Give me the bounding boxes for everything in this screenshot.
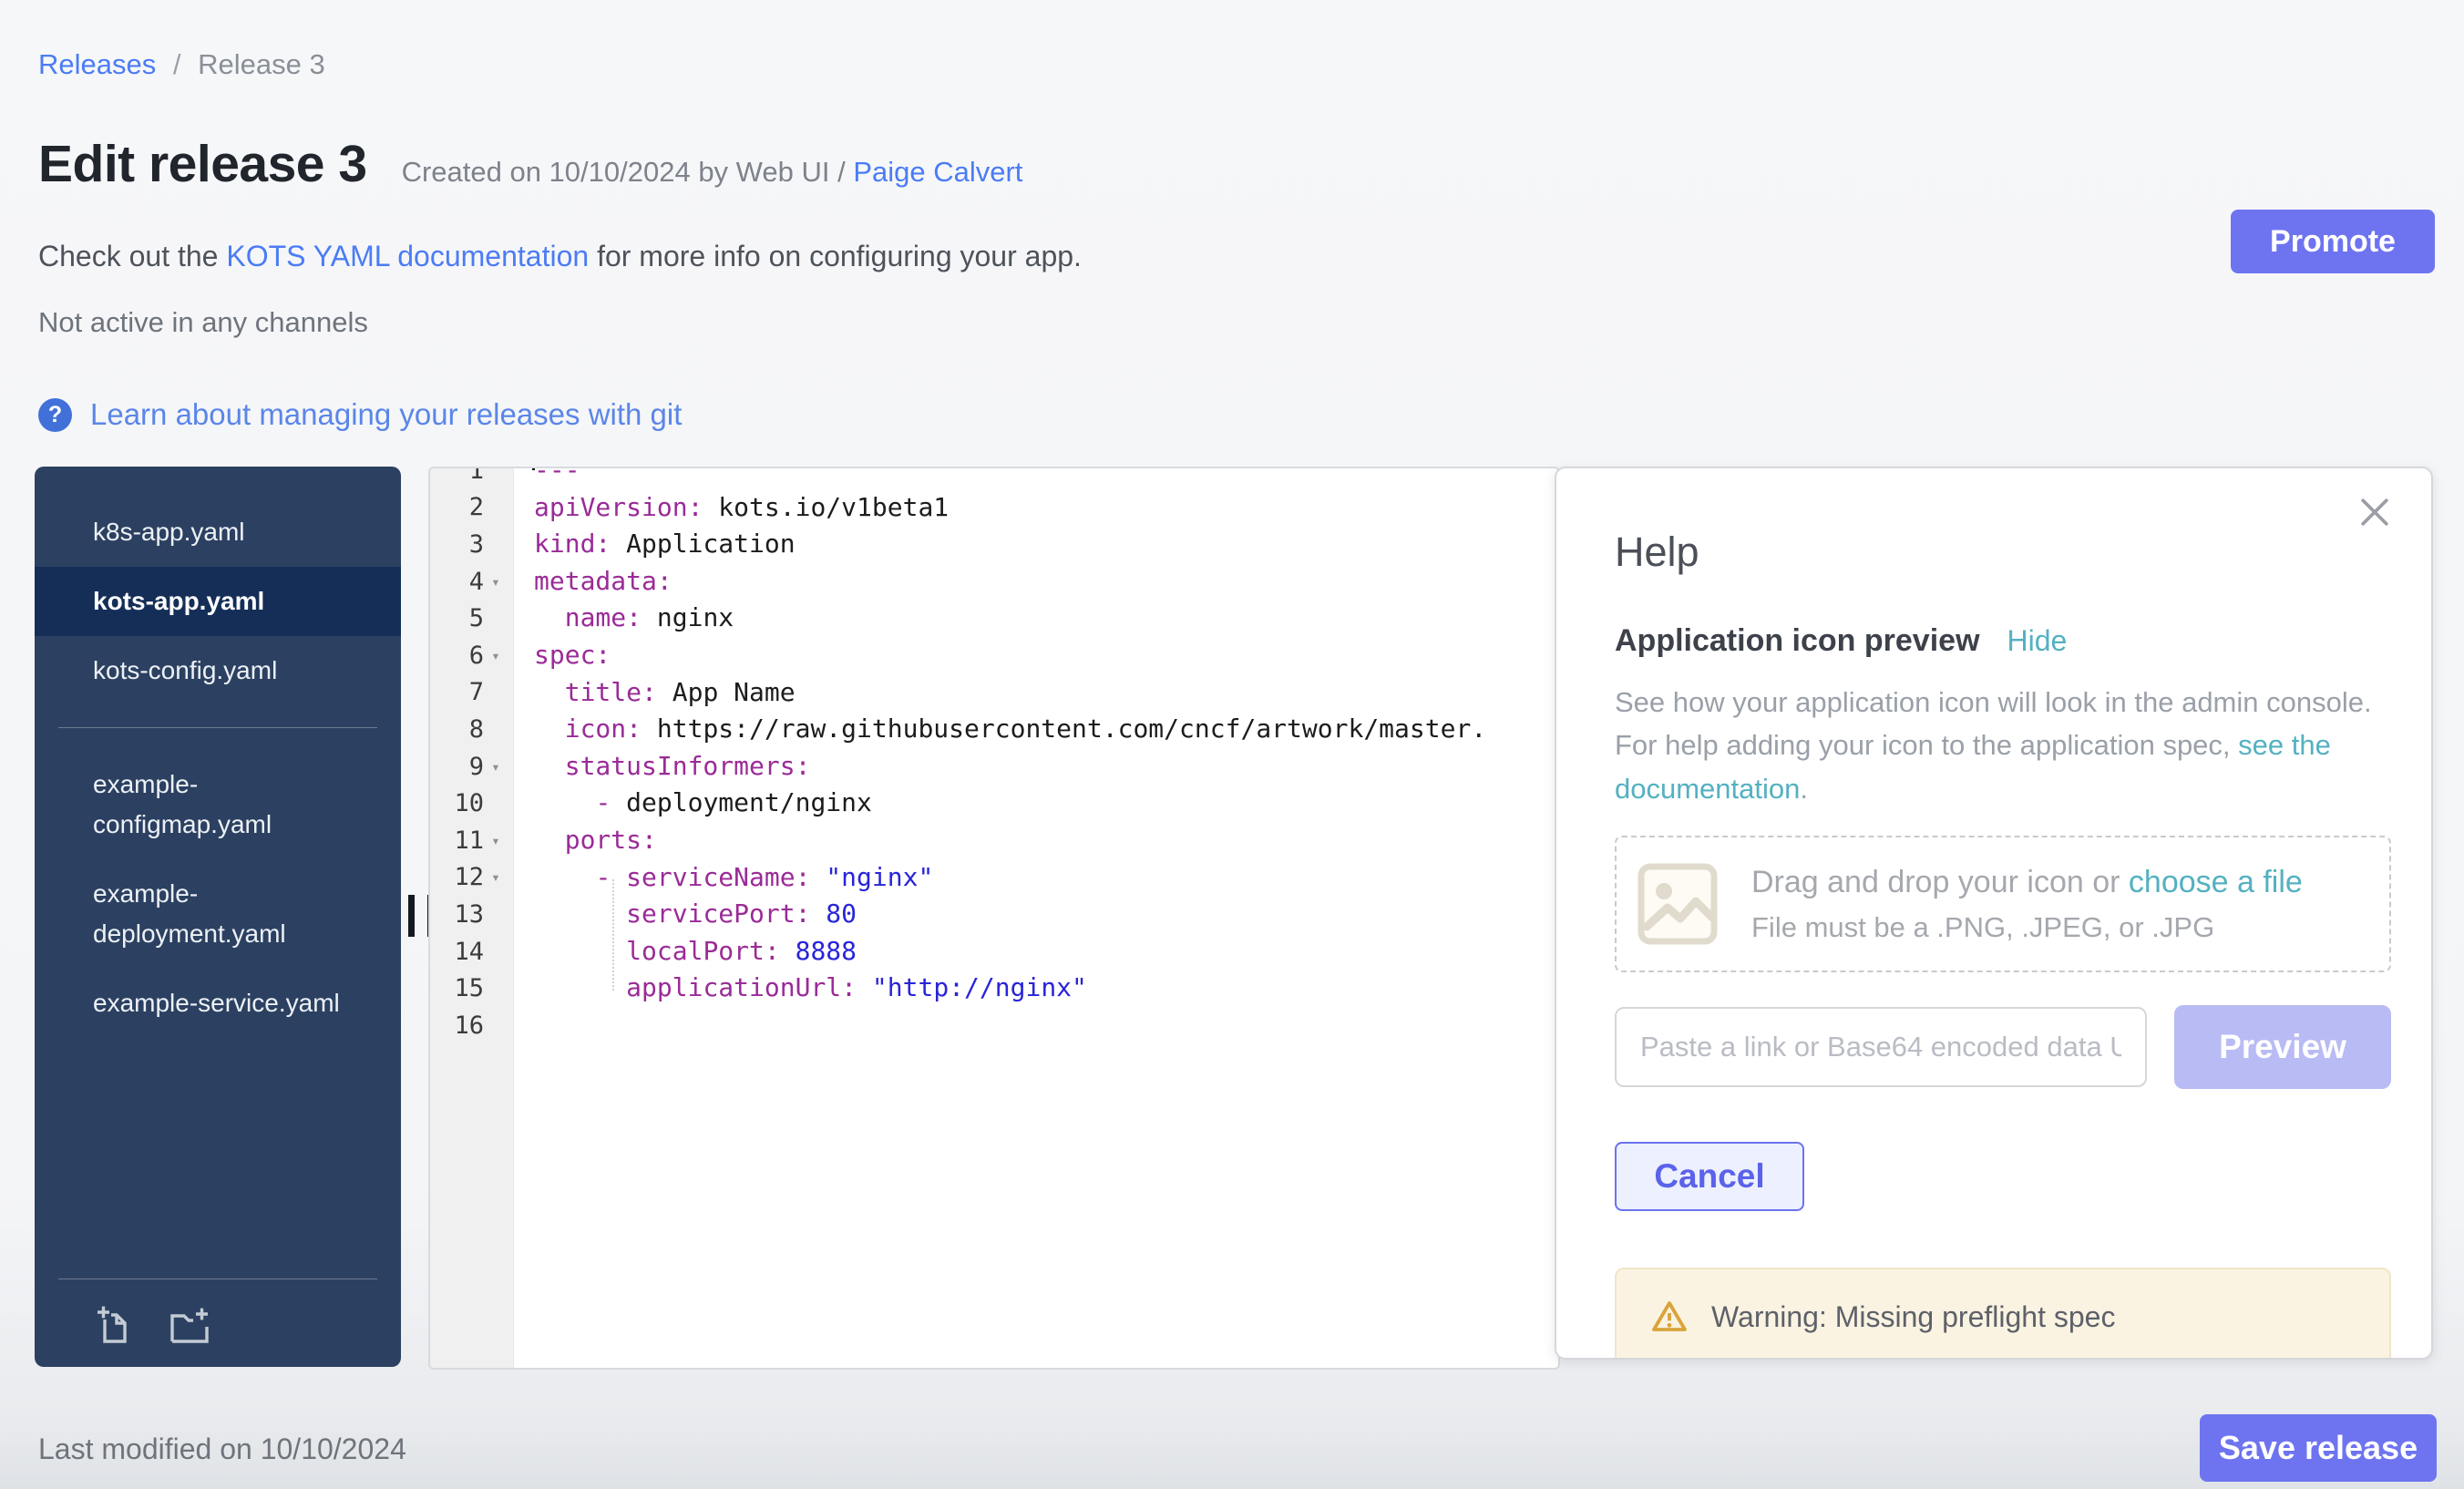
- icon-preview-title: Application icon preview: [1615, 623, 1980, 659]
- dropzone-text: Drag and drop your icon or: [1751, 865, 2129, 899]
- image-placeholder-icon: [1637, 861, 1719, 947]
- code-line-11[interactable]: ports:: [534, 822, 1558, 859]
- gutter-line-12: 12▾: [430, 859, 513, 897]
- gutter-line-13: 13: [430, 896, 513, 933]
- sidebar-divider: [58, 1278, 377, 1279]
- fold-arrow-icon[interactable]: ▾: [484, 758, 508, 775]
- code-line-2[interactable]: apiVersion: kots.io/v1beta1: [534, 489, 1558, 527]
- help-title: Help: [1615, 529, 2391, 576]
- hide-link[interactable]: Hide: [2007, 624, 2068, 658]
- code-line-10[interactable]: - deployment/nginx: [534, 785, 1558, 822]
- gutter-line-14: 14: [430, 933, 513, 970]
- preview-button[interactable]: Preview: [2174, 1005, 2391, 1089]
- code-line-4[interactable]: metadata:: [534, 563, 1558, 601]
- gutter-line-1: 1: [430, 467, 513, 489]
- gutter-line-7: 7: [430, 674, 513, 712]
- docs-note-suffix: for more info on configuring your app.: [589, 240, 1082, 272]
- docs-note: Check out the KOTS YAML documentation fo…: [38, 240, 1082, 273]
- file-list: k8s-app.yamlkots-app.yamlkots-config.yam…: [35, 498, 401, 1038]
- gutter-line-9: 9▾: [430, 748, 513, 786]
- gutter-line-11: 11▾: [430, 822, 513, 859]
- breadcrumb-separator: /: [173, 48, 181, 80]
- preflight-warning-box: Warning: Missing preflight spec Warning …: [1615, 1268, 2391, 1360]
- release-meta: Created on 10/10/2024 by Web UI / Paige …: [402, 156, 1023, 189]
- gutter-line-3: 3: [430, 526, 513, 563]
- gutter-line-10: 10: [430, 785, 513, 822]
- code-line-1[interactable]: ---: [534, 467, 1558, 489]
- page-header: Releases / Release 3 Edit release 3 Crea…: [38, 48, 1082, 432]
- last-modified-text: Last modified on 10/10/2024: [38, 1433, 406, 1466]
- indent-guide: [612, 879, 614, 991]
- learn-configure-link[interactable]: Learn how to configure: [2018, 1359, 2341, 1360]
- dropzone-instruction: Drag and drop your icon or choose a file: [1751, 865, 2303, 900]
- gutter-line-16: 16: [430, 1007, 513, 1044]
- sidebar-item-example-configmap.yaml[interactable]: example-configmap.yaml: [35, 750, 401, 859]
- gutter-line-2: 2: [430, 489, 513, 527]
- code-line-13[interactable]: servicePort: 80: [534, 896, 1558, 933]
- git-releases-link[interactable]: Learn about managing your releases with …: [90, 397, 682, 432]
- sidebar-item-example-deployment.yaml[interactable]: example-deployment.yaml: [35, 859, 401, 969]
- icon-preview-description: See how your application icon will look …: [1615, 681, 2387, 810]
- breadcrumb: Releases / Release 3: [38, 48, 1082, 81]
- breadcrumb-releases-link[interactable]: Releases: [38, 48, 156, 80]
- code-line-12[interactable]: - serviceName: "nginx": [534, 859, 1558, 897]
- code-line-5[interactable]: name: nginx: [534, 600, 1558, 637]
- sidebar-item-k8s-app.yaml[interactable]: k8s-app.yaml: [35, 498, 401, 567]
- icon-dropzone[interactable]: Drag and drop your icon or choose a file…: [1615, 836, 2391, 972]
- code-line-8[interactable]: icon: https://raw.githubusercontent.com/…: [534, 711, 1558, 748]
- fold-arrow-icon[interactable]: ▾: [484, 647, 508, 664]
- page-title: Edit release 3: [38, 134, 367, 194]
- code-line-14[interactable]: localPort: 8888: [534, 933, 1558, 970]
- fold-arrow-icon[interactable]: ▾: [484, 868, 508, 886]
- help-panel: Help Application icon preview Hide See h…: [1555, 467, 2433, 1360]
- code-line-16[interactable]: [534, 1007, 1558, 1044]
- text-cursor: [532, 467, 535, 470]
- breadcrumb-current: Release 3: [198, 48, 325, 80]
- dropzone-file-types: File must be a .PNG, .JPEG, or .JPG: [1751, 911, 2303, 944]
- code-line-7[interactable]: title: App Name: [534, 674, 1558, 712]
- code-line-6[interactable]: spec:: [534, 637, 1558, 674]
- gutter-line-5: 5: [430, 600, 513, 637]
- kots-yaml-docs-link[interactable]: KOTS YAML documentation: [226, 240, 589, 272]
- gutter-line-8: 8: [430, 711, 513, 748]
- channel-status: Not active in any channels: [38, 306, 1082, 339]
- yaml-editor[interactable]: 1234▾56▾789▾1011▾12▾13141516 ---apiVersi…: [428, 467, 1560, 1370]
- sidebar-item-kots-config.yaml[interactable]: kots-config.yaml: [35, 636, 401, 705]
- gutter-line-6: 6▾: [430, 637, 513, 674]
- warning-detail: Warning preflight-spec. Learn how to con…: [1651, 1359, 2355, 1360]
- choose-file-link[interactable]: choose a file: [2129, 865, 2303, 899]
- description-suffix: .: [1800, 773, 1808, 805]
- editor-code-area[interactable]: ---apiVersion: kots.io/v1beta1kind: Appl…: [514, 467, 1558, 1368]
- sidebar-footer: [35, 1278, 401, 1347]
- gutter-line-4: 4▾: [430, 563, 513, 601]
- code-line-15[interactable]: applicationUrl: "http://nginx": [534, 970, 1558, 1007]
- code-line-3[interactable]: kind: Application: [534, 526, 1558, 563]
- promote-button[interactable]: Promote: [2231, 210, 2435, 273]
- fold-arrow-icon[interactable]: ▾: [484, 573, 508, 590]
- question-icon: ?: [38, 398, 72, 432]
- add-file-icon[interactable]: [91, 1303, 135, 1347]
- warning-detail-text: Warning preflight-spec.: [1711, 1359, 2018, 1360]
- sidebar-item-example-service.yaml[interactable]: example-service.yaml: [35, 969, 401, 1038]
- sidebar-divider: [58, 727, 377, 728]
- close-icon[interactable]: [2355, 492, 2395, 532]
- edit-release-page: { "breadcrumb": { "link": "Releases", "s…: [0, 0, 2464, 1489]
- code-line-9[interactable]: statusInformers:: [534, 748, 1558, 786]
- sidebar-item-kots-app.yaml[interactable]: kots-app.yaml: [35, 567, 401, 636]
- icon-url-input[interactable]: [1615, 1007, 2147, 1087]
- git-help-row: ? Learn about managing your releases wit…: [38, 397, 1082, 432]
- add-folder-icon[interactable]: [168, 1303, 211, 1347]
- release-created-text: Created on 10/10/2024 by Web UI /: [402, 156, 846, 188]
- editor-gutter: 1234▾56▾789▾1011▾12▾13141516: [430, 467, 514, 1368]
- warning-triangle-icon: [1651, 1299, 1688, 1335]
- warning-text: Warning: Missing preflight spec: [1711, 1300, 2115, 1334]
- save-release-button[interactable]: Save release: [2200, 1414, 2437, 1482]
- cancel-button[interactable]: Cancel: [1615, 1142, 1804, 1211]
- release-author-link[interactable]: Paige Calvert: [853, 156, 1022, 188]
- docs-note-prefix: Check out the: [38, 240, 226, 272]
- gutter-line-15: 15: [430, 970, 513, 1007]
- fold-arrow-icon[interactable]: ▾: [484, 832, 508, 849]
- file-sidebar: k8s-app.yamlkots-app.yamlkots-config.yam…: [35, 467, 401, 1367]
